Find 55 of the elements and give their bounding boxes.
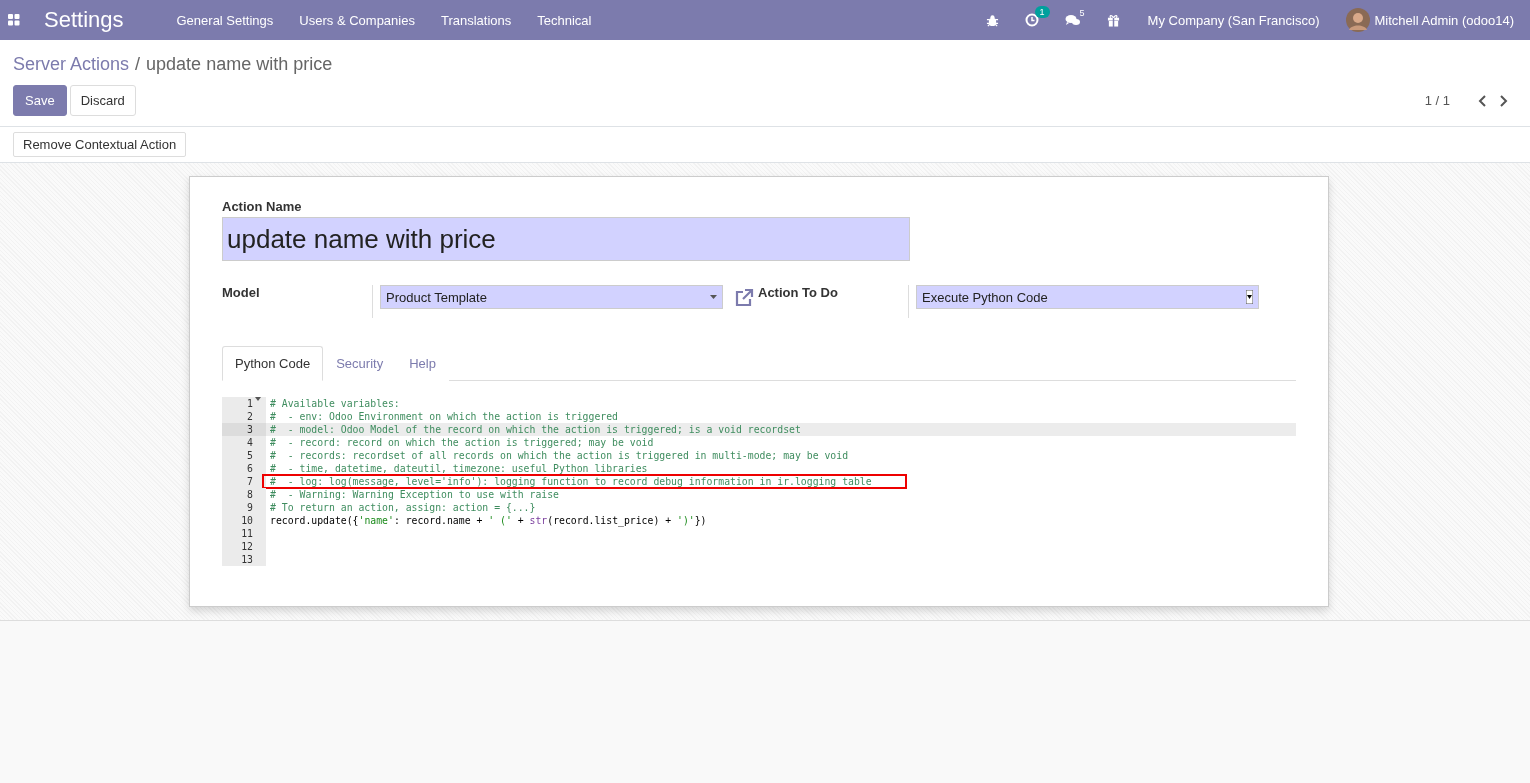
save-button[interactable]: Save (13, 85, 67, 116)
line-number: 11 (241, 527, 253, 540)
field-label: Action Name (222, 199, 303, 214)
nav-menu-item[interactable]: General Settings (163, 12, 287, 28)
code-line: # - model: Odoo Model of the record on which the action is triggered; is a void recordset (269, 423, 801, 436)
discard-button[interactable]: Discard (69, 85, 136, 116)
remove-contextual-action-button[interactable]: Remove Contextual Action (13, 132, 187, 157)
line-number: 1 (247, 397, 253, 410)
apps-menu-icon[interactable] (8, 14, 20, 26)
caret-icon (710, 295, 717, 299)
line-number: 8 (247, 488, 253, 501)
external-link-icon[interactable] (734, 288, 754, 308)
message-count-label: 5 (1078, 6, 1086, 19)
breadcrumb-link[interactable]: Server Actions (13, 54, 130, 75)
line-number: 2 (247, 410, 253, 423)
field-label: Action To Do (758, 285, 839, 300)
nav-menu-item[interactable]: Translations (427, 12, 525, 28)
code-line: # To return an action, assign: action = {...} (269, 501, 536, 514)
line-number: 5 (247, 449, 253, 462)
dropdown-arrow-icon (1246, 290, 1253, 304)
code-line: # - env: Odoo Environment on which the action is triggered (269, 410, 618, 423)
code-line: # - time, datetime, dateutil, timezone: useful Python libraries (269, 462, 648, 475)
line-number: 7 (247, 475, 253, 488)
company-switcher[interactable]: My Company (San Francisco) (1132, 12, 1346, 28)
pager-value: 1 / 1 (1424, 93, 1450, 108)
action-name-field[interactable]: update name with price (222, 217, 910, 261)
breadcrumb-current: update name with price (146, 54, 333, 75)
model-select[interactable]: Product Template (380, 285, 723, 309)
gift-icon[interactable] (1106, 13, 1120, 27)
fold-icon[interactable] (254, 397, 261, 401)
nav-menu-item[interactable]: Technical (524, 12, 605, 28)
line-number: 3 (247, 423, 253, 436)
user-avatar (1345, 8, 1370, 32)
code-line: # Available variables: (269, 397, 400, 410)
clock-icon[interactable] (1024, 13, 1039, 27)
line-number: 4 (247, 436, 253, 449)
line-number: 13 (241, 553, 253, 566)
user-menu[interactable]: Mitchell Admin (odoo14) (1345, 8, 1530, 32)
action-select[interactable]: Execute Python Code (916, 285, 1259, 309)
code-line: record.update({'name': record.name + ' (' + str(record.list_price) + ')'}) (269, 514, 707, 527)
line-number: 10 (241, 514, 253, 527)
tab[interactable]: Python Code (222, 346, 324, 381)
code-line: # - records: recordset of all records on which the action is triggered in multi-mode; may be void (269, 449, 849, 462)
breadcrumb-separator: / (135, 54, 141, 75)
chat-icon[interactable] (1064, 13, 1081, 27)
code-line: # - Warning: Warning Exception to use with raise (269, 488, 559, 501)
code-line: # - record: record on which the action is triggered; may be void (269, 436, 654, 449)
nav-menu-item[interactable]: Users & Companies (286, 12, 428, 28)
line-number: 6 (247, 462, 253, 475)
line-number: 12 (241, 540, 253, 553)
bug-icon[interactable] (985, 13, 999, 27)
activity-count-badge: 1 (1034, 6, 1050, 18)
field-label: Model (222, 285, 261, 300)
line-number: 9 (247, 501, 253, 514)
app-title: Settings (44, 7, 124, 33)
